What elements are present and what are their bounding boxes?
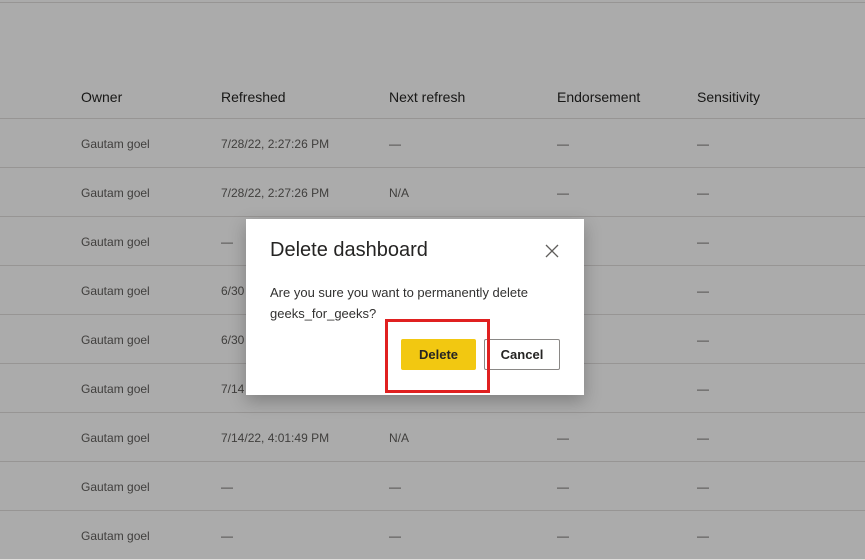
- delete-dashboard-dialog: Delete dashboard Are you sure you want t…: [246, 219, 584, 395]
- delete-button[interactable]: Delete: [401, 339, 476, 370]
- close-button[interactable]: [542, 241, 562, 261]
- dialog-message: Are you sure you want to permanently del…: [270, 285, 528, 321]
- dialog-title: Delete dashboard: [270, 239, 428, 261]
- cancel-button[interactable]: Cancel: [484, 339, 560, 370]
- close-icon: [545, 244, 559, 258]
